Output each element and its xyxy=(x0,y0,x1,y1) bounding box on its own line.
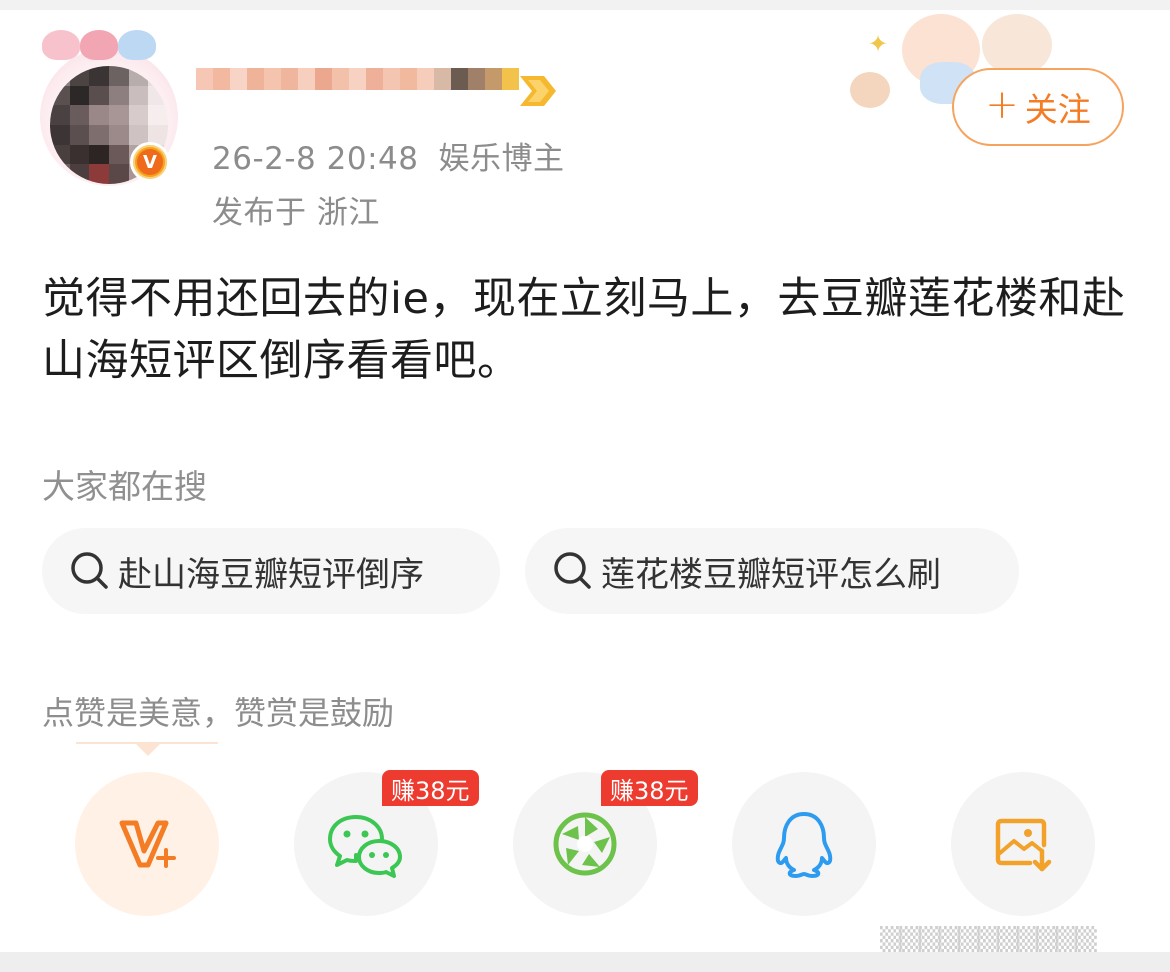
search-chip[interactable]: 赴山海豆瓣短评倒序 xyxy=(42,528,500,614)
username[interactable] xyxy=(196,68,536,112)
qq-share-button[interactable] xyxy=(732,772,876,916)
author-role: 娱乐博主 xyxy=(438,141,565,177)
member-level-icon xyxy=(520,76,556,106)
search-icon xyxy=(71,552,108,589)
earn-badge: 赚38元 xyxy=(601,770,698,806)
v-plus-icon xyxy=(119,820,176,868)
search-icon xyxy=(554,552,591,589)
search-chip[interactable]: 莲花楼豆瓣短评怎么刷 xyxy=(525,528,1019,614)
post-location: 发布于 浙江 xyxy=(212,195,380,231)
post-meta: 26-2-8 20:48 娱乐博主 xyxy=(212,133,564,178)
trending-search-title: 大家都在搜 xyxy=(42,467,207,506)
post-time: 26-2-8 20:48 xyxy=(212,141,419,177)
save-image-icon xyxy=(995,818,1052,872)
bottom-divider xyxy=(0,952,1170,972)
search-chip-label: 赴山海豆瓣短评倒序 xyxy=(118,554,424,595)
follow-label: 关注 xyxy=(1024,90,1091,129)
bear-sticker-icon xyxy=(850,72,890,108)
wechat-icon xyxy=(328,815,402,878)
plus-icon: + xyxy=(985,82,1019,128)
reward-title: 点赞是美意，赞赏是鼓励 xyxy=(42,694,395,732)
search-chip-label: 莲花楼豆瓣短评怎么刷 xyxy=(601,554,941,595)
cat-sticker-icon xyxy=(982,14,1052,76)
avatar-decoration xyxy=(42,30,80,60)
verified-badge: V xyxy=(130,142,170,182)
top-divider xyxy=(0,0,1170,10)
v-plus-button[interactable] xyxy=(75,772,219,916)
post-text: 觉得不用还回去的ie，现在立刻马上，去豆瓣莲花楼和赴山海短评区倒序看看吧。 xyxy=(42,274,1126,386)
save-image-button[interactable] xyxy=(951,772,1095,916)
follow-button[interactable]: + 关注 xyxy=(952,68,1124,146)
avatar-decoration xyxy=(80,30,118,60)
sparkle-icon: ✦ xyxy=(868,30,889,58)
avatar[interactable]: V xyxy=(36,30,186,186)
tooltip-arrow xyxy=(136,744,160,756)
qq-icon xyxy=(775,812,833,878)
earn-badge: 赚38元 xyxy=(382,770,479,806)
moments-icon xyxy=(553,812,617,876)
avatar-decoration xyxy=(118,30,156,60)
